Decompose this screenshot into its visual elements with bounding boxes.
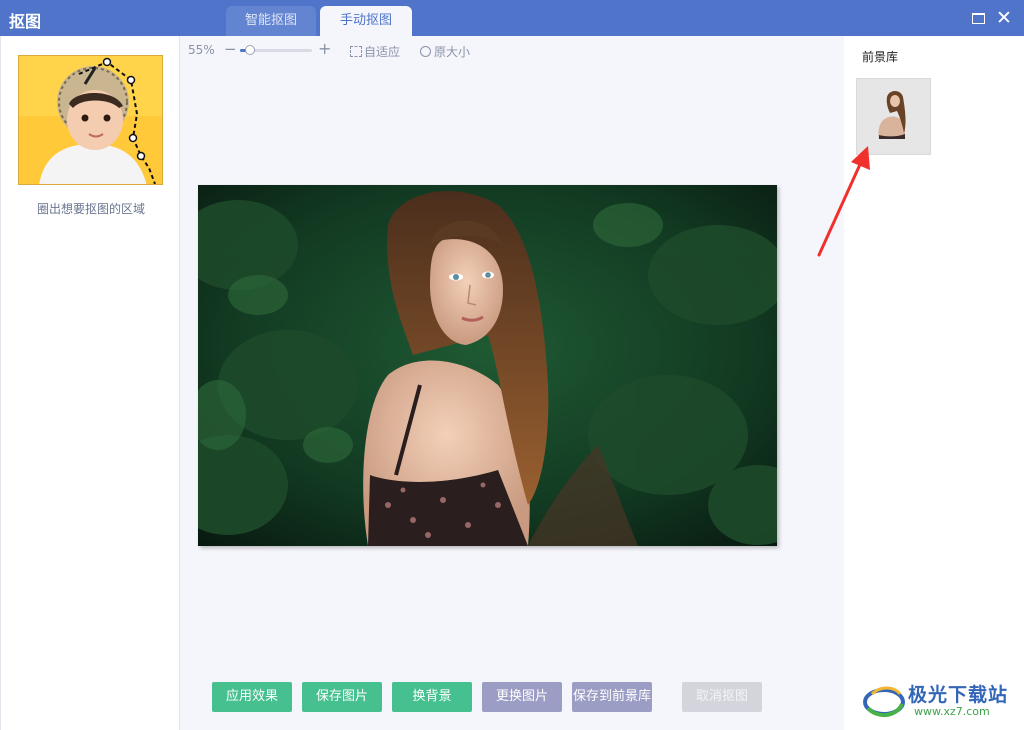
save-to-foreground-library-button[interactable]: 保存到前景库	[572, 682, 652, 712]
fit-icon	[350, 46, 362, 57]
replace-image-button[interactable]: 更换图片	[482, 682, 562, 712]
zoom-slider[interactable]	[240, 45, 312, 55]
cancel-cutout-button: 取消抠图	[682, 682, 762, 712]
foreground-library-title: 前景库	[862, 50, 899, 64]
original-size-label: 原大小	[434, 45, 471, 59]
example-image	[18, 55, 163, 185]
zoom-slider-handle[interactable]	[245, 45, 256, 55]
left-panel: 圈出想要抠图的区域	[0, 36, 180, 730]
zoom-out-button[interactable]: −	[224, 40, 237, 58]
watermark: 极光下载站 www.xz7.com	[862, 676, 1022, 724]
save-image-button[interactable]: 保存图片	[302, 682, 382, 712]
title-bar: 抠图 智能抠图 手动抠图 ✕	[0, 0, 1024, 36]
annotation-arrow-icon	[817, 146, 870, 257]
apply-effect-button[interactable]: 应用效果	[212, 682, 292, 712]
maximize-button[interactable]	[969, 8, 989, 28]
magnifier-icon	[420, 46, 431, 57]
maximize-icon	[972, 13, 985, 24]
zoom-percentage: 55%	[188, 43, 215, 57]
zoom-in-button[interactable]: +	[318, 39, 331, 58]
watermark-name: 极光下载站	[908, 684, 1009, 706]
instruction-text: 圈出想要抠图的区域	[36, 202, 145, 216]
fit-to-window-button[interactable]: 自适应	[350, 43, 400, 60]
zoom-toolbar: 55% − + 自适应 原大小	[188, 39, 508, 60]
tab-manual-cutout[interactable]: 手动抠图	[320, 6, 412, 36]
window-title: 抠图	[9, 12, 42, 31]
tab-smart-cutout[interactable]: 智能抠图	[226, 6, 316, 36]
swirl-logo-icon	[863, 686, 905, 717]
close-button[interactable]: ✕	[994, 8, 1014, 28]
fit-label: 自适应	[364, 45, 401, 59]
close-icon: ✕	[996, 7, 1012, 29]
original-size-button[interactable]: 原大小	[420, 43, 470, 60]
editing-canvas-image[interactable]	[198, 185, 777, 546]
change-background-button[interactable]: 换背景	[392, 682, 472, 712]
watermark-url: www.xz7.com	[914, 705, 990, 718]
